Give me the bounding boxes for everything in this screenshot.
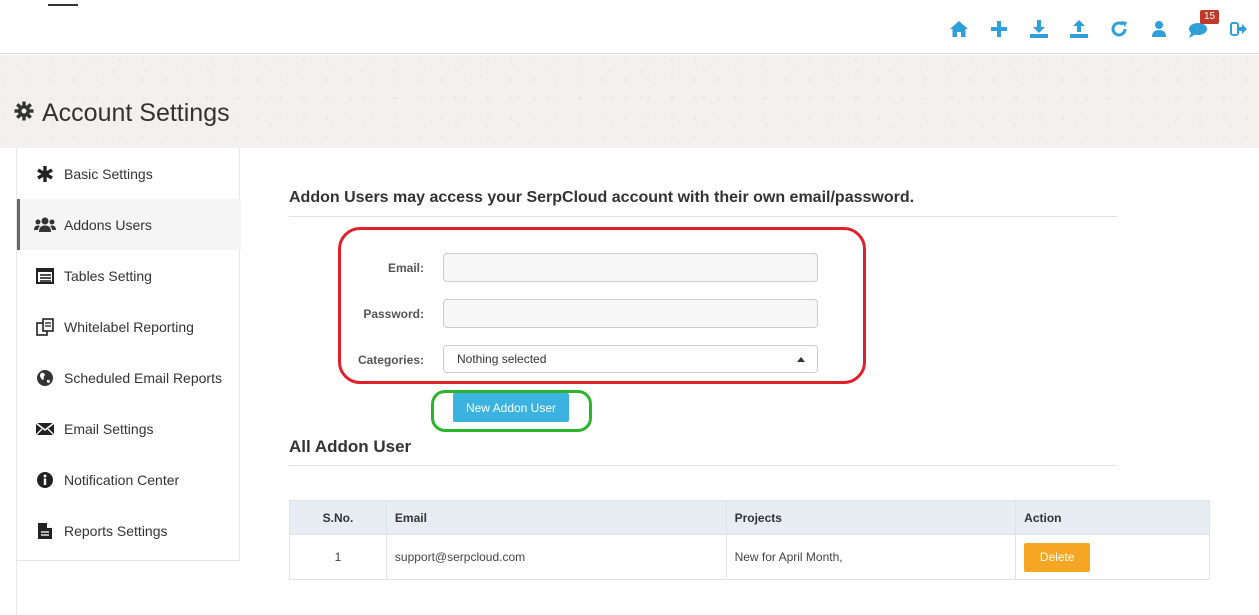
upload-icon[interactable]	[1059, 14, 1099, 44]
home-icon[interactable]	[939, 14, 979, 44]
logout-icon[interactable]	[1219, 14, 1259, 44]
column-header-projects: Projects	[725, 500, 1017, 535]
gear-icon	[14, 99, 34, 128]
user-icon[interactable]	[1139, 14, 1179, 44]
users-icon	[34, 214, 56, 236]
sidebar-item-label: Addons Users	[64, 216, 152, 233]
form-highlight-annotation	[338, 227, 866, 384]
delete-button[interactable]: Delete	[1024, 542, 1091, 572]
divider	[289, 465, 1118, 466]
top-toolbar: 15	[939, 10, 1259, 44]
divider	[16, 561, 17, 615]
copy-icon	[34, 316, 56, 338]
sidebar-item-scheduled-email-reports[interactable]: Scheduled Email Reports	[17, 352, 241, 403]
divider	[289, 216, 1118, 217]
sidebar-item-notification-center[interactable]: Notification Center	[17, 454, 241, 505]
info-icon	[34, 469, 56, 491]
column-header-action: Action	[1015, 500, 1210, 535]
page-title-text: Account Settings	[42, 99, 230, 127]
download-icon[interactable]	[1019, 14, 1059, 44]
page-header: Account Settings	[0, 55, 1259, 148]
settings-sidebar: Basic Settings Addons Users Tables Setti…	[16, 148, 241, 561]
sidebar-item-reports-settings[interactable]: Reports Settings	[17, 505, 241, 556]
cell-projects: New for April Month,	[725, 534, 1017, 580]
refresh-icon[interactable]	[1099, 14, 1139, 44]
sidebar-item-whitelabel-reporting[interactable]: Whitelabel Reporting	[17, 301, 241, 352]
table-icon	[34, 265, 56, 287]
sidebar-item-tables-setting[interactable]: Tables Setting	[17, 250, 241, 301]
sidebar-item-label: Email Settings	[64, 420, 154, 437]
sidebar-item-basic-settings[interactable]: Basic Settings	[17, 148, 241, 199]
notification-badge: 15	[1200, 10, 1220, 24]
cell-sno: 1	[289, 534, 387, 580]
sidebar-item-label: Whitelabel Reporting	[64, 318, 194, 335]
asterisk-icon	[34, 163, 56, 185]
envelope-icon	[34, 418, 56, 440]
section-heading: Addon Users may access your SerpCloud ac…	[289, 189, 915, 206]
file-icon	[34, 520, 56, 542]
sidebar-item-label: Tables Setting	[64, 267, 152, 284]
sidebar-item-label: Scheduled Email Reports	[64, 369, 222, 386]
new-addon-user-button[interactable]: New Addon User	[453, 393, 569, 422]
addon-users-heading: All Addon User	[289, 437, 412, 456]
column-header-sno: S.No.	[289, 500, 387, 535]
sidebar-item-addons-users[interactable]: Addons Users	[17, 199, 241, 250]
addon-users-table: S.No. Email Projects Action 1 support@se…	[289, 500, 1210, 580]
logo	[48, 0, 78, 6]
sidebar-item-email-settings[interactable]: Email Settings	[17, 403, 241, 454]
cell-action: Delete	[1015, 534, 1210, 580]
sidebar-item-label: Basic Settings	[64, 165, 153, 182]
comments-icon[interactable]: 15	[1179, 10, 1220, 44]
sidebar-item-label: Notification Center	[64, 471, 180, 488]
sidebar-item-label: Reports Settings	[64, 522, 168, 539]
page-title: Account Settings	[14, 99, 230, 128]
table-header-row: S.No. Email Projects Action	[289, 500, 1210, 535]
plus-icon[interactable]	[979, 14, 1019, 44]
top-bar: 15	[0, 0, 1259, 54]
globe-icon	[34, 367, 56, 389]
cell-email: support@serpcloud.com	[385, 534, 727, 580]
table-row: 1 support@serpcloud.com New for April Mo…	[289, 534, 1210, 580]
column-header-email: Email	[385, 500, 727, 535]
